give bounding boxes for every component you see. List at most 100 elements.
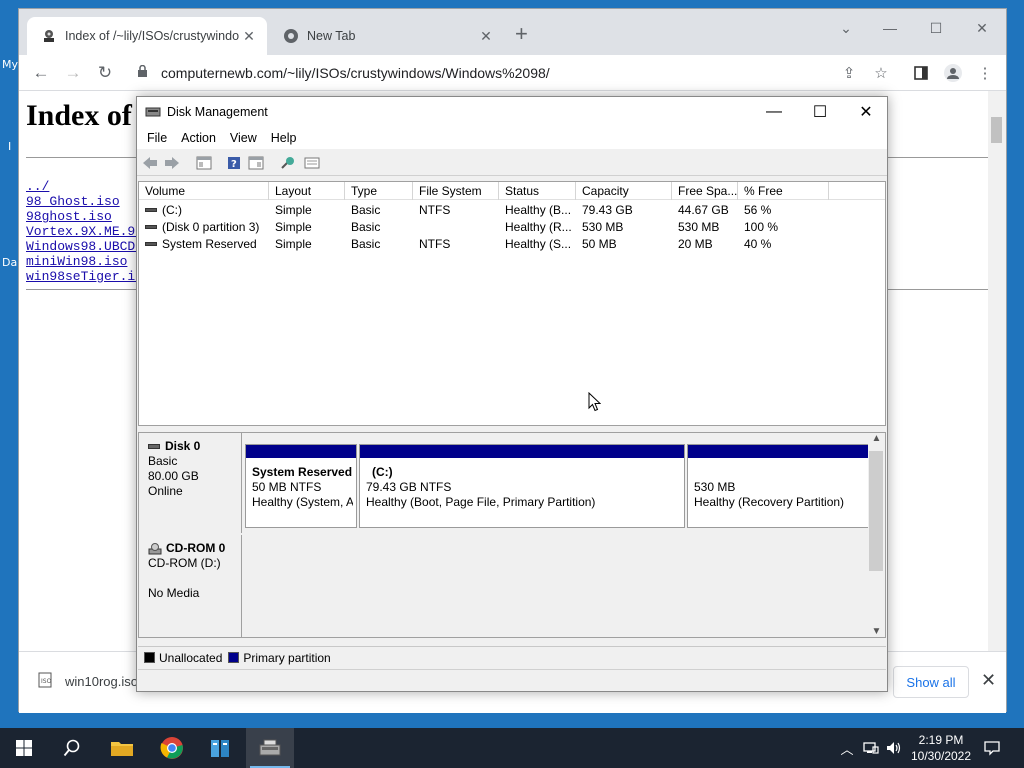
maximize-button[interactable]: ☐ [913,17,959,39]
status-cell: Healthy (R... [505,220,572,234]
back-arrow-icon[interactable] [141,155,159,171]
minimize-button[interactable]: — [867,17,913,39]
disk-size: 80.00 GB [148,469,199,483]
table-row[interactable]: (Disk 0 partition 3) Simple Basic Health… [139,219,885,236]
file-list: ../ 98_Ghost.iso 98ghost.iso Vortex.9X.M… [26,179,151,284]
desktop-icon-label[interactable]: My [2,58,18,71]
percent-free-cell: 56 % [744,203,772,217]
menu-action[interactable]: Action [174,131,223,145]
connect-icon[interactable] [279,155,297,171]
side-panel-icon[interactable] [909,61,933,85]
show-all-downloads-button[interactable]: Show all [893,666,969,698]
help-icon[interactable]: ? [225,155,243,171]
minimize-button[interactable]: — [751,97,797,127]
forward-arrow-icon[interactable] [163,155,181,171]
system-clock[interactable]: 2:19 PM 10/30/2022 [903,732,979,764]
start-button[interactable] [0,728,48,768]
file-link[interactable]: 98ghost.iso [26,209,151,224]
menu-view[interactable]: View [223,131,264,145]
download-item[interactable]: ISO win10rog.iso [37,672,138,691]
file-link[interactable]: Vortex.9X.ME.98 [26,224,151,239]
disk-0-label[interactable]: Disk 0 Basic 80.00 GB Online [139,433,242,533]
partition-system-reserved[interactable]: System Reserved 50 MB NTFS Healthy (Syst… [245,444,357,528]
tab-index-of[interactable]: Index of /~lily/ISOs/crustywindo ✕ [27,17,267,55]
title-bar[interactable]: Disk Management — ☐ ✕ [137,97,887,127]
profile-avatar-icon[interactable] [941,61,965,85]
maximize-button[interactable]: ☐ [797,97,843,127]
close-button[interactable]: ✕ [843,97,889,127]
layout-cell: Simple [275,237,312,251]
close-window-button[interactable]: ✕ [959,17,1005,39]
legend: Unallocated Primary partition [138,646,886,668]
file-explorer-icon[interactable] [98,728,146,768]
scroll-up-icon[interactable]: ▲ [868,433,885,444]
disk-management-taskbar-icon[interactable] [246,728,294,768]
column-header-capacity[interactable]: Capacity [576,182,672,200]
partition-name: System Reserved [252,465,353,479]
forward-arrow-icon[interactable]: → [61,61,85,85]
column-header-free-space[interactable]: Free Spa... [672,182,738,200]
free-space-cell: 530 MB [678,220,720,234]
back-arrow-icon[interactable]: ← [29,61,53,85]
file-link[interactable]: miniWin98.iso [26,254,151,269]
partition-c[interactable]: (C:) 79.43 GB NTFS Healthy (Boot, Page F… [359,444,685,528]
table-row[interactable]: System Reserved Simple Basic NTFS Health… [139,236,885,253]
desktop-icon-label[interactable]: Da [2,256,17,269]
page-scrollbar[interactable] [988,91,1006,651]
file-link[interactable]: Windows98.UBCD. [26,239,151,254]
show-hide-console-tree-icon[interactable] [195,155,213,171]
partition-size: 530 MB [694,480,736,494]
svg-text:?: ? [231,159,237,170]
partition-recovery[interactable]: 530 MB Healthy (Recovery Partition) [687,444,869,528]
menu-help[interactable]: Help [264,131,304,145]
show-hidden-icons-chevron-icon[interactable]: ︿ [838,728,856,768]
file-link[interactable]: win98seTiger.iso [26,269,151,284]
windows-logo-icon [16,740,32,756]
file-link[interactable]: ../ [26,179,151,194]
partition-size: 50 MB NTFS [252,480,322,494]
chrome-icon [283,28,299,44]
disk-status: Online [148,484,183,498]
scrollbar-thumb[interactable] [869,451,883,571]
volume-cell: (C:) [139,202,269,219]
share-icon[interactable]: ⇪ [837,61,861,85]
mouse-cursor-icon [588,391,602,415]
tab-search-chevron-icon[interactable]: ⌄ [823,17,869,39]
tab-close-icon[interactable]: ✕ [241,28,257,45]
network-icon[interactable] [860,728,882,768]
column-header-percent-free[interactable]: % Free [738,182,829,200]
tab-close-icon[interactable]: ✕ [478,28,494,45]
close-download-bar-icon[interactable]: ✕ [981,670,996,691]
tab-new-tab[interactable]: New Tab ✕ [269,17,504,55]
column-header-volume[interactable]: Volume [139,182,269,200]
scrollbar-thumb[interactable] [991,117,1002,143]
layout-cell: Simple [275,220,312,234]
column-header-type[interactable]: Type [345,182,413,200]
cdrom-0-label[interactable]: CD-ROM 0 CD-ROM (D:) No Media [139,535,242,637]
column-header-file-system[interactable]: File System [413,182,499,200]
column-header-status[interactable]: Status [499,182,576,200]
menu-file[interactable]: File [140,131,174,145]
file-link[interactable]: 98_Ghost.iso [26,194,151,209]
column-header-layout[interactable]: Layout [269,182,345,200]
desktop-icon-label[interactable]: I [8,140,11,153]
chrome-icon[interactable] [148,728,196,768]
menu-kebab-icon[interactable]: ⋮ [973,61,997,85]
address-bar[interactable]: computernewb.com/~lily/ISOs/crustywindow… [129,59,899,87]
reload-icon[interactable]: ↻ [93,61,117,85]
new-tab-button[interactable]: + [515,23,528,45]
cdrom-area[interactable] [243,536,869,636]
notifications-icon[interactable] [980,728,1004,768]
table-row[interactable]: (C:) Simple Basic NTFS Healthy (B... 79.… [139,202,885,219]
server-manager-icon[interactable] [196,728,244,768]
settings-list-icon[interactable] [303,155,321,171]
search-icon[interactable] [48,728,96,768]
lock-icon [137,64,151,81]
bookmark-star-icon[interactable]: ☆ [869,61,893,85]
disk-map-scrollbar[interactable]: ▲ ▼ [868,433,885,637]
scroll-down-icon[interactable]: ▼ [868,626,885,637]
properties-icon[interactable] [247,155,265,171]
partition-status: Healthy (System, A [252,495,353,509]
file-system-cell: NTFS [419,203,451,217]
volume-speaker-icon[interactable] [884,728,904,768]
